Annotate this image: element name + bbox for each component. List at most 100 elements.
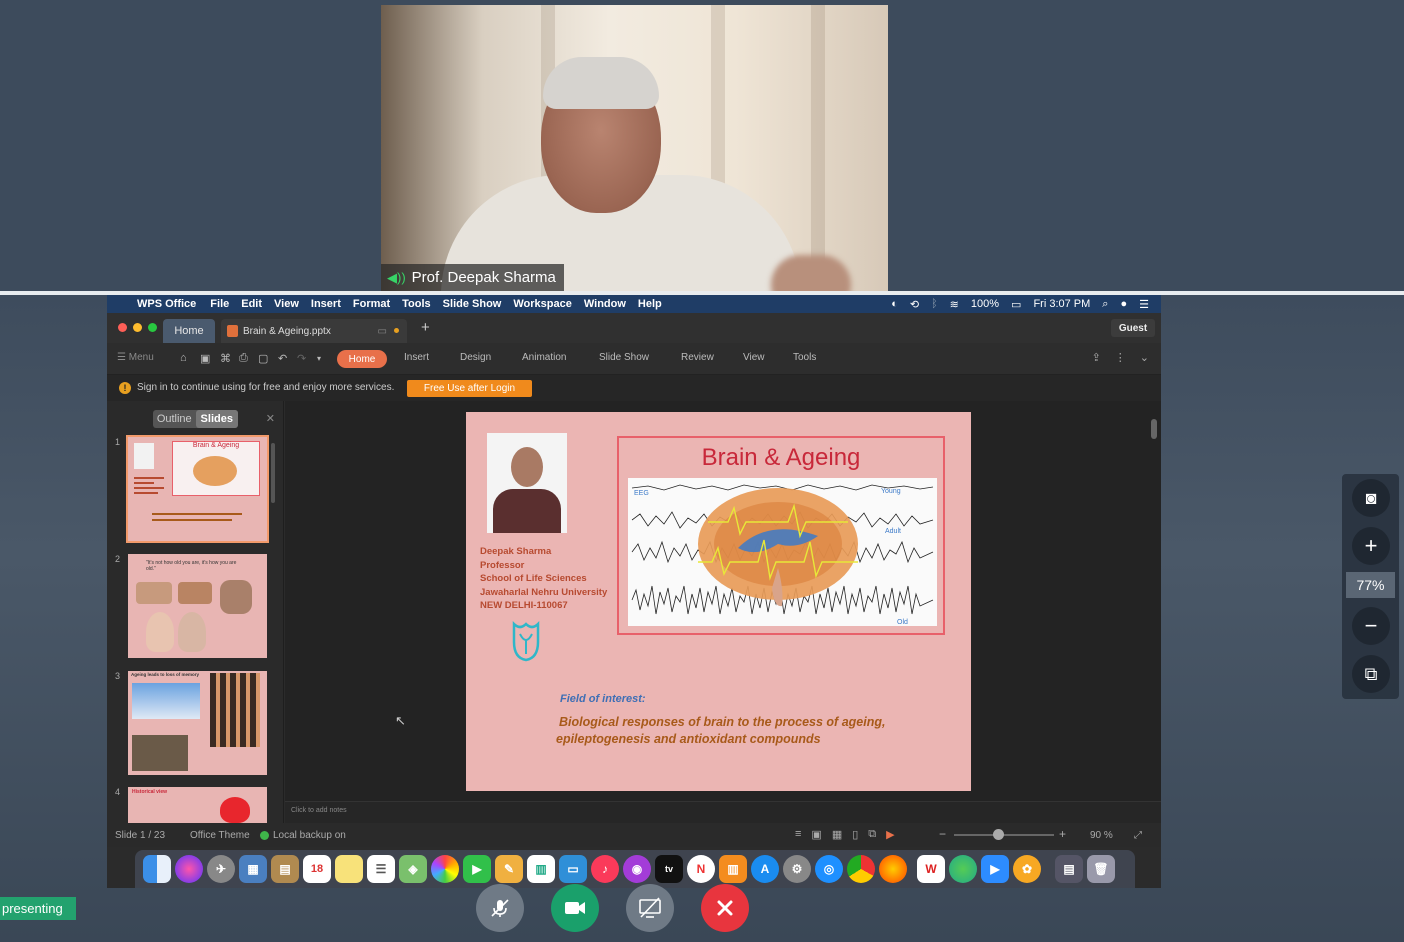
menu-help[interactable]: Help bbox=[638, 298, 662, 310]
wifi-icon[interactable]: ≋ bbox=[950, 298, 959, 311]
mute-mic-button[interactable] bbox=[476, 884, 524, 932]
edge-icon[interactable] bbox=[949, 855, 977, 883]
menu-slide-show[interactable]: Slide Show bbox=[443, 298, 502, 310]
slide-thumbnail-1[interactable]: Brain & Ageing bbox=[126, 435, 269, 543]
stop-share-button[interactable] bbox=[626, 884, 674, 932]
books-icon[interactable]: ▥ bbox=[719, 855, 747, 883]
menu-file[interactable]: File bbox=[210, 298, 229, 310]
shared-screen[interactable]: WPS Office File Edit View Insert Format … bbox=[107, 295, 1161, 888]
pin-tab-icon[interactable]: ▭ bbox=[378, 326, 387, 337]
music-icon[interactable]: ♪ bbox=[591, 855, 619, 883]
ribbon-tab-animation[interactable]: Animation bbox=[522, 352, 566, 363]
print-preview-icon[interactable]: ▢ bbox=[258, 352, 268, 365]
new-tab-button[interactable]: + bbox=[421, 319, 430, 336]
undo-icon[interactable]: ↶ bbox=[278, 352, 287, 365]
wps-office-icon[interactable]: W bbox=[917, 855, 945, 883]
firefox-icon[interactable] bbox=[879, 855, 907, 883]
sorter-view-icon[interactable]: ▦ bbox=[832, 828, 842, 841]
siri-dock-icon[interactable] bbox=[175, 855, 203, 883]
save-icon[interactable]: ▣ bbox=[200, 352, 210, 365]
menu-window[interactable]: Window bbox=[584, 298, 626, 310]
tab-document[interactable]: Brain & Ageing.pptx ▭ bbox=[221, 319, 407, 343]
cast-icon[interactable]: ⧉ bbox=[868, 828, 876, 841]
quick-access-dropdown-icon[interactable]: ▾ bbox=[317, 354, 321, 363]
calendar-icon[interactable]: 18 bbox=[303, 855, 331, 883]
collapse-ribbon-icon[interactable]: ⌄ bbox=[1140, 351, 1149, 364]
launchpad-icon[interactable]: ✈ bbox=[207, 855, 235, 883]
open-icon[interactable]: ⌂ bbox=[180, 352, 187, 364]
ribbon-tab-slide-show[interactable]: Slide Show bbox=[599, 352, 649, 363]
preview-icon[interactable]: ▦ bbox=[239, 855, 267, 883]
downloads-stack-icon[interactable]: ▤ bbox=[1055, 855, 1083, 883]
battery-icon[interactable]: ▭ bbox=[1011, 298, 1021, 311]
reading-view-icon[interactable]: ▯ bbox=[852, 828, 858, 841]
ribbon-tab-design[interactable]: Design bbox=[460, 352, 491, 363]
numbers-icon[interactable]: ▥ bbox=[527, 855, 555, 883]
zoom-out-icon[interactable]: − bbox=[939, 827, 946, 841]
menu-edit[interactable]: Edit bbox=[241, 298, 262, 310]
menu-tools[interactable]: Tools bbox=[402, 298, 431, 310]
ribbon-tab-insert[interactable]: Insert bbox=[404, 352, 429, 363]
siri-icon[interactable]: ● bbox=[1120, 298, 1127, 310]
close-window-icon[interactable] bbox=[118, 323, 127, 332]
minimize-window-icon[interactable] bbox=[133, 323, 142, 332]
safari-icon[interactable]: ◎ bbox=[815, 855, 843, 883]
ribbon-tab-review[interactable]: Review bbox=[681, 352, 714, 363]
menu-workspace[interactable]: Workspace bbox=[513, 298, 572, 310]
participant-video[interactable] bbox=[381, 5, 888, 291]
video-toggle-button[interactable] bbox=[551, 884, 599, 932]
tab-outline[interactable]: Outline bbox=[153, 410, 196, 428]
control-center-icon[interactable]: ☰ bbox=[1139, 298, 1149, 311]
ribbon-tab-home[interactable]: Home bbox=[337, 350, 387, 368]
zoom-out-button[interactable]: − bbox=[1352, 607, 1390, 645]
apple-tv-icon[interactable]: tv bbox=[655, 855, 683, 883]
slide-thumbnail-4[interactable]: Historical view bbox=[128, 787, 267, 823]
slide-thumbnail-2[interactable]: "It's not how old you are, it's how you … bbox=[128, 554, 267, 658]
zoom-level[interactable]: 90 % bbox=[1090, 830, 1113, 841]
menu-view[interactable]: View bbox=[274, 298, 299, 310]
normal-view-icon[interactable]: ▣ bbox=[811, 828, 821, 841]
pages-icon[interactable]: ✎ bbox=[495, 855, 523, 883]
zoom-in-icon[interactable]: + bbox=[1059, 827, 1066, 841]
notes-icon[interactable] bbox=[335, 855, 363, 883]
app-store-icon[interactable]: A bbox=[751, 855, 779, 883]
flower-app-icon[interactable]: ✿ bbox=[1013, 855, 1041, 883]
bluetooth-icon[interactable]: ᛒ bbox=[931, 298, 938, 310]
panel-scrollbar[interactable] bbox=[271, 443, 275, 503]
print-icon[interactable]: ⎙ bbox=[239, 352, 248, 365]
menu-format[interactable]: Format bbox=[353, 298, 390, 310]
zoom-slider[interactable] bbox=[954, 834, 1054, 836]
facetime-icon[interactable]: ▶ bbox=[463, 855, 491, 883]
news-icon[interactable]: N bbox=[687, 855, 715, 883]
spotlight-icon[interactable]: ⌕ bbox=[1102, 298, 1108, 311]
system-preferences-icon[interactable]: ⚙ bbox=[783, 855, 811, 883]
finder-icon[interactable] bbox=[143, 855, 171, 883]
redo-icon[interactable]: ↷ bbox=[297, 352, 306, 365]
notes-pane[interactable]: Click to add notes bbox=[285, 801, 1161, 823]
fit-window-icon[interactable]: ⤢ bbox=[1134, 830, 1142, 841]
backup-status[interactable]: Local backup on bbox=[273, 830, 346, 841]
time-machine-icon[interactable]: ⟲ bbox=[910, 298, 919, 311]
keynote-icon[interactable]: ▭ bbox=[559, 855, 587, 883]
trash-icon[interactable]: 🗑 bbox=[1087, 855, 1115, 883]
zoom-in-button[interactable]: + bbox=[1352, 527, 1390, 565]
menu-button[interactable]: ☰ Menu bbox=[117, 352, 154, 363]
guest-button[interactable]: Guest bbox=[1111, 319, 1155, 337]
menu-insert[interactable]: Insert bbox=[311, 298, 341, 310]
zoom-window-icon[interactable] bbox=[148, 323, 157, 332]
status-icon[interactable]: ◐ bbox=[891, 298, 898, 310]
menubar-clock[interactable]: Fri 3:07 PM bbox=[1033, 298, 1090, 310]
play-slideshow-icon[interactable]: ▶ bbox=[886, 828, 894, 841]
reminders-icon[interactable]: ☰ bbox=[367, 855, 395, 883]
photos-icon[interactable] bbox=[431, 855, 459, 883]
free-use-button[interactable]: Free Use after Login bbox=[407, 380, 532, 397]
notes-toggle-icon[interactable]: ≡ bbox=[795, 828, 801, 841]
podcasts-icon[interactable]: ◉ bbox=[623, 855, 651, 883]
maps-icon[interactable]: ◈ bbox=[399, 855, 427, 883]
share-icon[interactable]: ⇪ bbox=[1092, 351, 1101, 364]
screenshot-camera-icon[interactable]: ◙ bbox=[1352, 479, 1390, 517]
format-painter-icon[interactable]: ⌘ bbox=[220, 352, 231, 365]
more-icon[interactable]: ⋮ bbox=[1115, 351, 1126, 364]
ribbon-tab-tools[interactable]: Tools bbox=[793, 352, 816, 363]
tab-home[interactable]: Home bbox=[163, 319, 215, 343]
